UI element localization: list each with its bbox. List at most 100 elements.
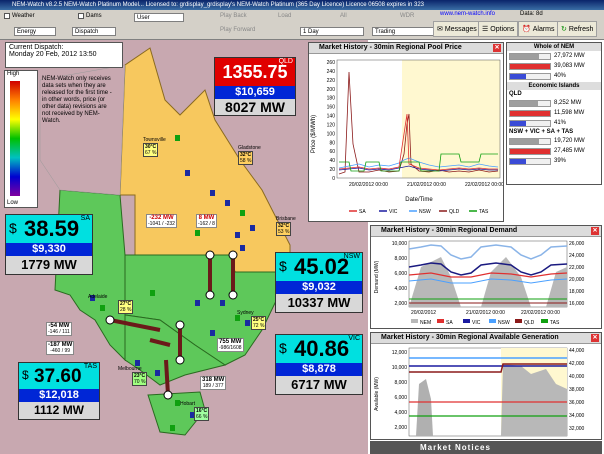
city-townsville[interactable]: Townsville 30°C 67 %	[143, 137, 166, 157]
all-button[interactable]: All	[340, 13, 347, 19]
tas-panel[interactable]: TAS $ 37.60 $12,018 1112 MW	[18, 362, 100, 420]
gen-chart-title: Market History - 30min Regional Availabl…	[381, 334, 559, 341]
whole-nem-title: Whole of NEM	[507, 43, 601, 51]
city-hobart[interactable]: Hobart 16°C 66 %	[180, 401, 210, 421]
demand-x-tick: 20/02/2012	[411, 310, 436, 316]
price-y-tick: 260	[327, 60, 336, 66]
demand-x-tick: 22/02/2012 00:00	[521, 310, 560, 316]
gen-y-tick: 2,000	[394, 425, 407, 431]
city-brisbane[interactable]: Brisbane 32°C 53 %	[276, 216, 296, 236]
legend-item: NEM	[420, 320, 431, 326]
summary-bar	[509, 109, 551, 117]
close-icon[interactable]: ✕	[493, 44, 501, 52]
gen-y-tick: 6,000	[394, 395, 407, 401]
tas-price: 37.60	[34, 366, 82, 387]
demand-history-window[interactable]: Market History - 30min Regional Demand ✕ …	[370, 225, 602, 329]
summary-bar	[509, 147, 551, 155]
vic-panel[interactable]: VIC $ 40.86 $8,878 6717 MW	[275, 334, 363, 395]
energy-select[interactable]: Energy	[14, 27, 56, 36]
gen-y-tick: 4,000	[394, 410, 407, 416]
city-adelaide[interactable]: Adelaide 27°C 28 %	[88, 294, 134, 314]
nem-summary-panel: Whole of NEM 27,972 MW 39,083 MW 40% Econo…	[506, 42, 602, 185]
trading-select[interactable]: Trading	[372, 27, 436, 36]
demand-y-tick: 6,000	[394, 271, 407, 277]
demand-y2-tick: 20,000	[569, 277, 585, 283]
summary-bar	[509, 99, 551, 107]
gen-y2-tick: 34,000	[569, 413, 585, 419]
vic-dollar: $	[279, 340, 287, 356]
summary-row: 11,598 MW	[507, 108, 601, 118]
nsw-demand: $9,032	[276, 281, 362, 294]
qld-name: QLD	[278, 58, 293, 65]
alarm-icon: ⏰	[522, 26, 531, 33]
flow-vic-nsw[interactable]: 755 MW -986/1608	[217, 338, 244, 352]
legend-swatch	[541, 319, 548, 323]
demand-y-tick: 10,000	[392, 241, 408, 247]
brand-link[interactable]: www.nem-watch.info	[440, 11, 495, 17]
gen-y2-tick: 40,000	[569, 374, 585, 380]
generation-chart: Available (MW) 12,000 10,000 8,000 6,000 4,0…	[374, 347, 585, 437]
gen-y-tick: 12,000	[392, 350, 408, 356]
price-y-tick: 120	[327, 122, 336, 128]
price-chart-title: Market History - 30min Regional Pool Pri…	[319, 44, 462, 51]
legend-swatch	[437, 319, 444, 323]
price-history-window[interactable]: Market History - 30min Regional Pool Pri…	[308, 42, 504, 222]
wdr-button[interactable]: WDR	[400, 13, 414, 19]
city-melbourne[interactable]: Melbourne 23°C 70 %	[118, 366, 148, 386]
period-select[interactable]: 1 Day	[300, 27, 364, 36]
nsw-panel[interactable]: NSW $ 45.02 $9,032 10337 MW	[275, 252, 363, 313]
summary-bar	[509, 52, 551, 60]
price-y-tick: 40	[329, 158, 335, 164]
messages-button[interactable]: ✉ Messages	[433, 21, 481, 37]
dispatch-select[interactable]: Dispatch	[72, 27, 116, 36]
city-gladstone[interactable]: Gladstone 32°C 58 %	[238, 145, 261, 165]
qld-demand: $10,659	[215, 86, 295, 99]
vic-price: 40.86	[294, 336, 350, 361]
nsw-price-box: NSW $ 45.02	[276, 253, 362, 281]
vic-price-box: VIC $ 40.86	[276, 335, 362, 363]
load-button[interactable]: Load	[278, 13, 291, 19]
weather-checkbox[interactable]: Weather	[4, 13, 35, 19]
play-forward-button[interactable]: Play Forward	[220, 27, 255, 33]
market-notices-bar[interactable]: Market Notices	[370, 441, 602, 454]
tas-name: TAS	[83, 363, 97, 370]
dispatch-info: Current Dispatch: Monday 20 Feb, 2012 13…	[5, 42, 123, 68]
summary-row: 41%	[507, 118, 601, 128]
refresh-button[interactable]: ↻ Refresh	[557, 21, 598, 37]
summary-row: 39,083 MW	[507, 61, 601, 71]
flow-heywood[interactable]: -54 MW -146 / 111	[46, 322, 72, 336]
sa-panel[interactable]: SA $ 38.59 $9,330 1779 MW	[5, 214, 93, 275]
summary-value: 40%	[554, 73, 567, 79]
options-button[interactable]: ☰ Options	[478, 21, 519, 37]
flow-qni[interactable]: -232 MW -1041 / -232	[146, 214, 177, 228]
basslink-interconnector[interactable]	[164, 359, 170, 396]
price-y-tick: 140	[327, 114, 336, 120]
price-y-tick: 0	[332, 176, 335, 182]
scale-low-label: Low	[7, 200, 19, 206]
refresh-icon: ↻	[561, 26, 567, 33]
summary-row: 40%	[507, 71, 601, 81]
vic-mw: 6717 MW	[276, 376, 362, 394]
flow-directlink[interactable]: 8 MW -162 / 8	[196, 214, 217, 228]
flow-basslink[interactable]: 318 MW 189 / 377	[200, 376, 227, 390]
qld-panel[interactable]: QLD 1355.75 $10,659 8027 MW	[214, 57, 296, 116]
sa-demand: $9,330	[6, 243, 92, 256]
alarms-button[interactable]: ⏰ Alarms	[518, 21, 559, 37]
close-icon[interactable]: ✕	[591, 334, 599, 342]
legend-swatch	[489, 319, 496, 323]
gen-y-tick: 8,000	[394, 380, 407, 386]
city-sydney[interactable]: Sydney 25°C 72 %	[237, 310, 267, 330]
price-y-tick: 180	[327, 96, 336, 102]
price-legend: SA VIC NSW QLD TAS	[349, 209, 489, 215]
sa-dollar: $	[9, 220, 17, 236]
generation-history-window[interactable]: Market History - 30min Regional Availabl…	[370, 332, 602, 440]
flow-murraylink[interactable]: -187 MW -460 / 99	[46, 341, 75, 355]
window-title: NEM-Watch v8.2.5 NEM-Watch Platinum Mode…	[0, 0, 604, 10]
price-x-tick: 22/02/2012 00:00	[465, 182, 503, 188]
dams-checkbox[interactable]: Dams	[78, 13, 102, 19]
legend-item: VIC	[389, 209, 398, 215]
close-icon[interactable]: ✕	[591, 227, 599, 235]
user-select[interactable]: User	[134, 13, 184, 22]
legend-item: QLD	[449, 209, 460, 215]
play-back-button[interactable]: Play Back	[220, 13, 247, 19]
